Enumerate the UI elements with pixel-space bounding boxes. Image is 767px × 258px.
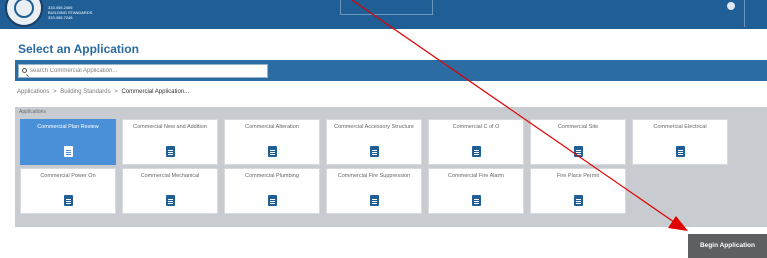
document-icon	[268, 195, 277, 206]
applications-panel: Applications Commercial Plan Review Comm…	[15, 107, 767, 227]
header-divider	[744, 0, 745, 27]
app-tile-label: Commercial Mechanical	[140, 173, 200, 179]
breadcrumb-separator: >	[114, 89, 118, 95]
app-tile-label: Commercial Fire Alarm	[448, 173, 504, 179]
document-icon	[676, 146, 685, 157]
applications-section-label: Applications	[19, 109, 46, 115]
app-tile-commercial-c-of-o[interactable]: Commercial C of O	[428, 119, 524, 165]
search-icon	[22, 68, 27, 73]
document-icon	[64, 146, 73, 157]
app-tile-commercial-site[interactable]: Commercial Site	[530, 119, 626, 165]
app-tile-label: Commercial New and Addition	[133, 124, 207, 130]
user-icon[interactable]	[727, 2, 735, 10]
city-seal-logo[interactable]	[5, 0, 43, 27]
top-header-bar: 333.455.2406 BUILDING STANDARDS 333.455.…	[0, 0, 767, 29]
app-tile-label: Commercial C of O	[452, 124, 500, 130]
app-tile-commercial-plan-review[interactable]: Commercial Plan Review	[20, 119, 116, 165]
header-contact-info: 333.455.2406 BUILDING STANDARDS 333.455.…	[48, 5, 92, 20]
header-search-field[interactable]	[340, 0, 433, 15]
document-icon	[268, 146, 277, 157]
app-tile-commercial-fire-alarm[interactable]: Commercial Fire Alarm	[428, 168, 524, 214]
app-tile-label: Commercial Site	[557, 124, 599, 130]
document-icon	[370, 195, 379, 206]
search-box[interactable]	[18, 64, 268, 78]
begin-application-button[interactable]: Begin Application	[688, 234, 767, 258]
document-icon	[166, 195, 175, 206]
app-tile-commercial-mechanical[interactable]: Commercial Mechanical	[122, 168, 218, 214]
document-icon	[370, 146, 379, 157]
breadcrumb-separator: >	[53, 89, 57, 95]
app-tile-commercial-fire-suppression[interactable]: Commercial Fire Suppression	[326, 168, 422, 214]
search-input[interactable]	[30, 65, 265, 77]
app-tile-fire-place-permit[interactable]: Fire Place Permit	[530, 168, 626, 214]
breadcrumb-item-current: Commercial Application...	[121, 89, 190, 95]
app-tile-label: Commercial Power On	[40, 173, 96, 179]
app-tile-commercial-plumbing[interactable]: Commercial Plumbing	[224, 168, 320, 214]
breadcrumb: Applications > Building Standards > Comm…	[17, 89, 189, 95]
app-tile-commercial-new-and-addition[interactable]: Commercial New and Addition	[122, 119, 218, 165]
app-tile-commercial-electrical[interactable]: Commercial Electrical	[632, 119, 728, 165]
app-tile-label: Fire Place Permit	[556, 173, 600, 179]
document-icon	[472, 195, 481, 206]
app-tile-label: Commercial Alteration	[245, 124, 299, 130]
app-tile-commercial-accessory-structure[interactable]: Commercial Accessory Structure	[326, 119, 422, 165]
app-tile-label: Commercial Accessory Structure	[334, 124, 414, 130]
document-icon	[64, 195, 73, 206]
document-icon	[574, 146, 583, 157]
breadcrumb-item-building-standards[interactable]: Building Standards	[60, 89, 110, 95]
header-contact-line: 333.455.7248	[48, 15, 73, 20]
app-tile-label: Commercial Plan Review	[37, 124, 99, 130]
page-title: Select an Application	[18, 42, 139, 56]
document-icon	[574, 195, 583, 206]
app-tile-commercial-power-on[interactable]: Commercial Power On	[20, 168, 116, 214]
app-tile-label: Commercial Plumbing	[245, 173, 299, 179]
document-icon	[166, 146, 175, 157]
app-tile-label: Commercial Fire Suppression	[337, 173, 411, 179]
app-tile-commercial-alteration[interactable]: Commercial Alteration	[224, 119, 320, 165]
document-icon	[472, 146, 481, 157]
app-tile-label: Commercial Electrical	[653, 124, 707, 130]
breadcrumb-item-applications[interactable]: Applications	[17, 89, 49, 95]
